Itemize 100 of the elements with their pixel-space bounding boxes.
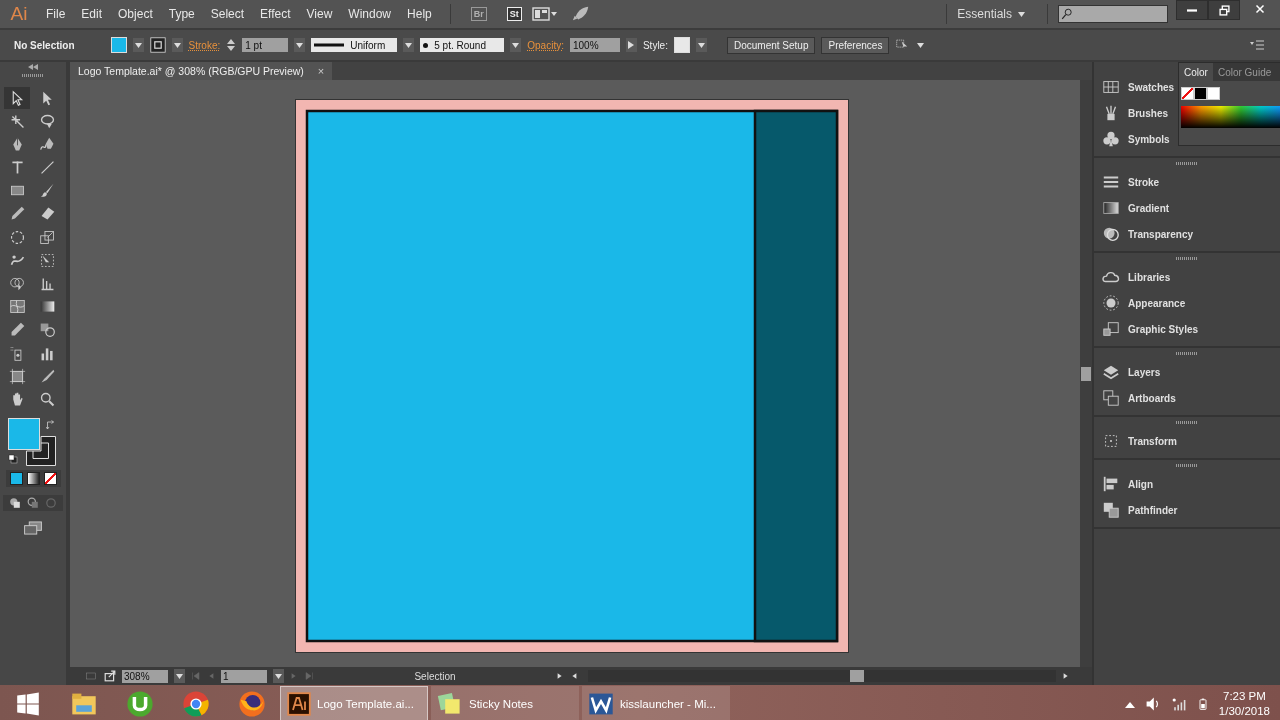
stroke-swatch-icon (149, 37, 166, 53)
brush-dropdown[interactable]: 5 pt. Round (420, 38, 505, 52)
rotate-view-icon (84, 671, 98, 681)
caret-icon (1018, 11, 1025, 17)
appearance-icon (1102, 294, 1120, 312)
bridge-button[interactable]: Br (470, 7, 487, 21)
restore-icon (1218, 4, 1230, 16)
panel-item[interactable]: Gradient (1094, 195, 1170, 221)
stock-button[interactable]: St (506, 7, 522, 21)
stroke-label[interactable]: Stroke: (188, 39, 221, 51)
menu-item[interactable]: Object (110, 7, 161, 21)
menu-item[interactable]: Type (160, 7, 203, 21)
minimize-button[interactable] (1176, 0, 1208, 20)
menu-item[interactable]: Effect (252, 7, 299, 21)
screen-mode-icon (23, 520, 43, 535)
tab-close-button[interactable]: × (317, 65, 325, 77)
shape-builder-icon (8, 275, 26, 292)
caret-icon (512, 42, 520, 48)
zoom-field[interactable]: 308% (122, 669, 168, 683)
curvature-pen-icon (38, 135, 56, 153)
minimize-icon (1187, 8, 1197, 12)
menu-item[interactable]: Help (399, 7, 440, 21)
search-field[interactable] (1058, 5, 1168, 23)
panel-item[interactable]: Appearance (1094, 290, 1186, 316)
stroke-swatch[interactable] (26, 435, 56, 466)
color-mode-button[interactable] (9, 471, 23, 485)
speaker-icon (1144, 695, 1161, 712)
layout-icon (531, 7, 558, 21)
scroll-right-icon (1062, 671, 1070, 681)
rocket-icon (571, 5, 590, 23)
toolbar-button[interactable]: Preferences (821, 36, 890, 54)
panel-item[interactable]: Graphic Styles (1094, 316, 1199, 342)
panel-tab[interactable]: Color Guide (1212, 63, 1277, 81)
next-page-icon (290, 671, 298, 681)
caret-icon (176, 673, 183, 679)
swap-icon (46, 419, 56, 430)
caret-icon (405, 42, 413, 48)
workspace-switcher[interactable]: Essentials (957, 7, 1037, 21)
sticky-notes-icon (437, 691, 463, 716)
previous-page-icon (207, 671, 215, 681)
vertical-scrollbar[interactable] (1080, 80, 1092, 667)
profile-dropdown[interactable]: Uniform (311, 38, 398, 52)
caret-icon (134, 42, 142, 48)
last-page-icon (304, 671, 314, 681)
toolbar-button[interactable]: Document Setup (726, 36, 816, 54)
panel-tab[interactable]: Color (1179, 63, 1213, 81)
caret-icon (275, 673, 282, 679)
restore-button[interactable] (1208, 0, 1240, 20)
transparency-icon (1102, 225, 1120, 243)
none-swatch[interactable] (1181, 87, 1194, 100)
artboards-icon (1102, 389, 1120, 407)
taskbar-window[interactable]: Sticky Notes (431, 686, 579, 720)
play-icon (628, 41, 635, 49)
fill-swatch[interactable] (110, 37, 127, 53)
menu-item[interactable]: View (298, 7, 341, 21)
menu-item[interactable]: Select (202, 7, 253, 21)
illustrator-app-icon (287, 691, 311, 716)
panel-item[interactable]: Swatches (1094, 74, 1175, 100)
style-swatch[interactable] (673, 37, 690, 53)
panel-item[interactable]: Symbols (1094, 126, 1170, 152)
panel-item[interactable]: Stroke (1094, 169, 1160, 195)
caret-icon (296, 42, 304, 48)
horizontal-scrollbar[interactable] (588, 670, 1056, 682)
panel-item[interactable]: Layers (1094, 359, 1161, 385)
selection-label: No Selection (14, 39, 75, 51)
firefox-icon (238, 689, 266, 718)
menu-item[interactable]: Edit (73, 7, 111, 21)
opacity-field[interactable]: 100% (569, 38, 620, 52)
panel-item[interactable]: Brushes (1094, 100, 1168, 126)
panel-item[interactable]: Libraries (1094, 264, 1171, 290)
color-chip[interactable] (1194, 87, 1207, 100)
torrent-icon (126, 689, 154, 718)
color-spectrum[interactable] (1181, 106, 1280, 128)
gradient-panel-icon (1102, 199, 1120, 217)
taskbar-window[interactable]: kisslauncher - Mi... (582, 686, 730, 720)
caret-icon (697, 42, 705, 48)
layers-icon (1102, 363, 1120, 381)
line-icon (314, 43, 345, 47)
opacity-label[interactable]: Opacity: (527, 39, 564, 51)
default-colors-icon (8, 453, 18, 464)
gradient-mode-button[interactable] (26, 471, 40, 485)
play-icon (556, 671, 564, 681)
panel-item[interactable]: Align (1094, 471, 1153, 497)
collapse-icon (28, 64, 38, 70)
panel-item[interactable]: Artboards (1094, 385, 1176, 411)
none-mode-button[interactable] (43, 471, 57, 485)
tool-button[interactable] (4, 87, 30, 109)
fill-swatch[interactable] (8, 417, 40, 450)
document-tab[interactable]: Logo Template.ai* @ 308% (RGB/GPU Preview) × (70, 62, 333, 80)
panel-item[interactable]: Transform (1094, 428, 1177, 454)
menu-item[interactable]: Window (340, 7, 400, 21)
panel-item[interactable]: Transparency (1094, 221, 1194, 247)
menu-item[interactable]: File (38, 7, 74, 21)
color-chip[interactable] (1207, 87, 1220, 100)
stroke-weight-field[interactable]: 1 pt (242, 38, 289, 52)
swatches-icon (1102, 78, 1120, 96)
style-label: Style: (642, 39, 668, 51)
panel-item[interactable]: Pathfinder (1094, 497, 1178, 523)
scale-icon (38, 228, 56, 246)
artboard-field[interactable]: 1 (221, 669, 267, 683)
